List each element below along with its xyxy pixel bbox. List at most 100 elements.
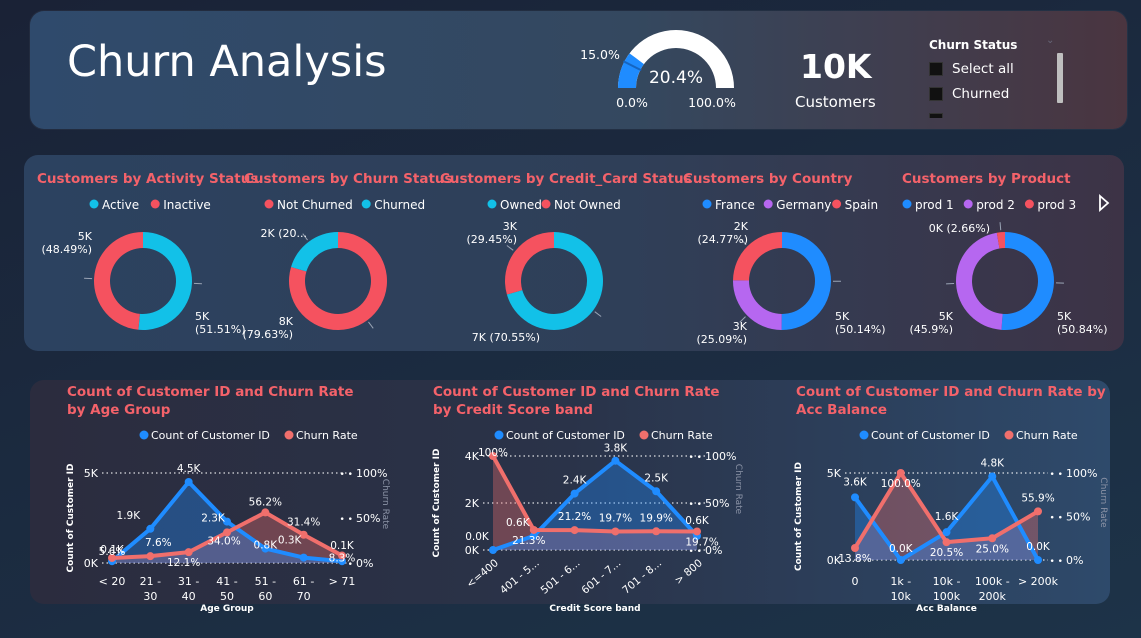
x-tick-label: < 20	[99, 575, 126, 588]
legend-label: Churned	[374, 198, 425, 212]
donut-slice	[1001, 232, 1055, 330]
y2-tick-label: 50%	[356, 512, 380, 525]
y2-tick-label: 0%	[356, 557, 373, 570]
x-tick-label: 100k -	[975, 575, 1010, 588]
churn-rate-data-label: 25.0%	[976, 543, 1009, 555]
legend-marker	[150, 199, 160, 209]
y2-tick-dots: • •	[340, 470, 353, 480]
donut-slice	[956, 232, 1003, 330]
x-tick-label: 40	[182, 590, 196, 603]
gauge-value-label: 20.4%	[649, 68, 703, 88]
legend-label: Count of Customer ID	[151, 429, 270, 442]
legend-label: Germany	[776, 198, 831, 212]
slice-label: 8K	[279, 315, 294, 328]
slice-label: (51.51%)	[195, 323, 246, 336]
slice-label: (50.84%)	[1057, 323, 1108, 336]
slice-label: 2K (20...	[261, 227, 308, 240]
customer-count-data-label: 4.5K	[177, 463, 202, 475]
x-tick-label: 41 -	[216, 575, 237, 588]
customer-count-data-label: 3.6K	[843, 476, 868, 488]
gauge-min-label: 0.0%	[616, 95, 648, 110]
donut-slice	[138, 232, 193, 331]
leader-line	[594, 311, 602, 317]
y2-axis-title: Churn Rate	[1098, 477, 1108, 528]
chart-title: by Age Group	[67, 402, 171, 418]
x-tick-label: 200k	[979, 590, 1007, 603]
y-axis-title: Count of Customer ID	[794, 462, 804, 571]
customer-count-data-label: 2.5K	[644, 472, 669, 484]
legend-label: prod 2	[976, 198, 1015, 212]
churn-rate-point	[184, 548, 193, 557]
y2-tick-dots: • •	[689, 453, 702, 463]
churn-rate-point	[146, 552, 155, 561]
legend-marker	[89, 199, 99, 209]
y2-tick-label: 100%	[1066, 467, 1097, 480]
customer-count-data-label: 0.1K	[330, 540, 355, 552]
slice-label: (50.14%)	[835, 323, 886, 336]
legend-marker	[264, 199, 274, 209]
legend-marker	[284, 430, 294, 440]
customer-count-point	[489, 546, 497, 554]
x-tick-label: 70	[297, 590, 311, 603]
legend-marker	[494, 430, 504, 440]
legend-marker	[541, 199, 551, 209]
legend-label: Inactive	[163, 198, 211, 212]
chart-title: Customers by Product	[902, 171, 1071, 187]
y2-tick-label: 50%	[1066, 511, 1090, 524]
slice-label: 2K	[734, 220, 749, 233]
legend-label: Not Churned	[277, 198, 353, 212]
x-axis-title: Credit Score band	[549, 604, 640, 614]
y-tick-label: 2K	[465, 497, 480, 510]
slice-label: 5K	[78, 230, 93, 243]
churn-rate-data-label: 55.9%	[1021, 492, 1054, 504]
legend-marker	[832, 199, 842, 209]
churn-rate-point	[942, 538, 951, 547]
x-tick-label: 50	[220, 590, 234, 603]
churn-rate-data-label: 100%	[478, 447, 508, 459]
y2-tick-dots: • •	[340, 515, 353, 525]
x-tick-label: 701 - 8...	[620, 557, 664, 597]
legend-label: Spain	[845, 198, 879, 212]
legend-marker	[139, 430, 149, 440]
churn-rate-data-label: 19.9%	[640, 512, 673, 524]
play-arrow-icon	[1099, 194, 1110, 212]
churn-rate-data-label: 31.4%	[287, 517, 320, 529]
leader-line	[368, 321, 374, 329]
charts-canvas: 20.4% 15.0% 0.0% 100.0% Customers by Activit…	[37, 30, 1110, 614]
x-tick-label: 60	[258, 590, 272, 603]
legend-label: France	[715, 198, 755, 212]
legend-label: prod 3	[1037, 198, 1076, 212]
customer-count-data-label: 0.0K	[889, 543, 914, 555]
legend-marker	[963, 199, 973, 209]
chart-title: Count of Customer ID and Churn Rate	[433, 384, 720, 400]
legend-marker	[859, 430, 869, 440]
x-tick-label: 61 -	[293, 575, 314, 588]
legend-label: Owned	[500, 198, 542, 212]
y2-tick-dots: • •	[689, 500, 702, 510]
x-tick-label: > 71	[329, 575, 356, 588]
churn-rate-data-label: 21.3%	[512, 535, 545, 547]
customer-count-point	[1034, 556, 1042, 564]
customer-count-data-label: 3.8K	[604, 443, 629, 455]
x-tick-label: 401 - 5...	[498, 557, 542, 597]
churn-rate-point	[570, 526, 579, 535]
churn-rate-data-label: 100.0%	[881, 478, 921, 490]
churn-rate-data-label: 34.0%	[207, 535, 240, 547]
slice-label: (25.09%)	[696, 333, 747, 346]
customer-count-data-label: 0.0K	[1026, 541, 1051, 553]
churn-rate-data-label: 20.5%	[930, 547, 963, 559]
churn-rate-data-label: 12.1%	[167, 557, 200, 569]
chart-title: Acc Balance	[796, 402, 887, 418]
slice-label: 3K	[503, 220, 518, 233]
customer-count-data-label: 0.0K	[465, 531, 490, 543]
customer-count-point	[184, 478, 193, 486]
churn-rate-data-label: 21.2%	[558, 511, 591, 523]
churn-rate-point	[611, 527, 620, 536]
churn-rate-point	[693, 527, 701, 536]
chart-title: Customers by Churn Status	[244, 171, 453, 187]
customer-count-data-label: 0.3K	[278, 535, 303, 547]
customer-count-data-label: 0.6K	[685, 515, 710, 527]
x-tick-label: 601 - 7...	[579, 557, 623, 597]
customer-count-data-label: 0.6K	[506, 517, 531, 529]
slice-label: (79.63%)	[242, 328, 293, 341]
